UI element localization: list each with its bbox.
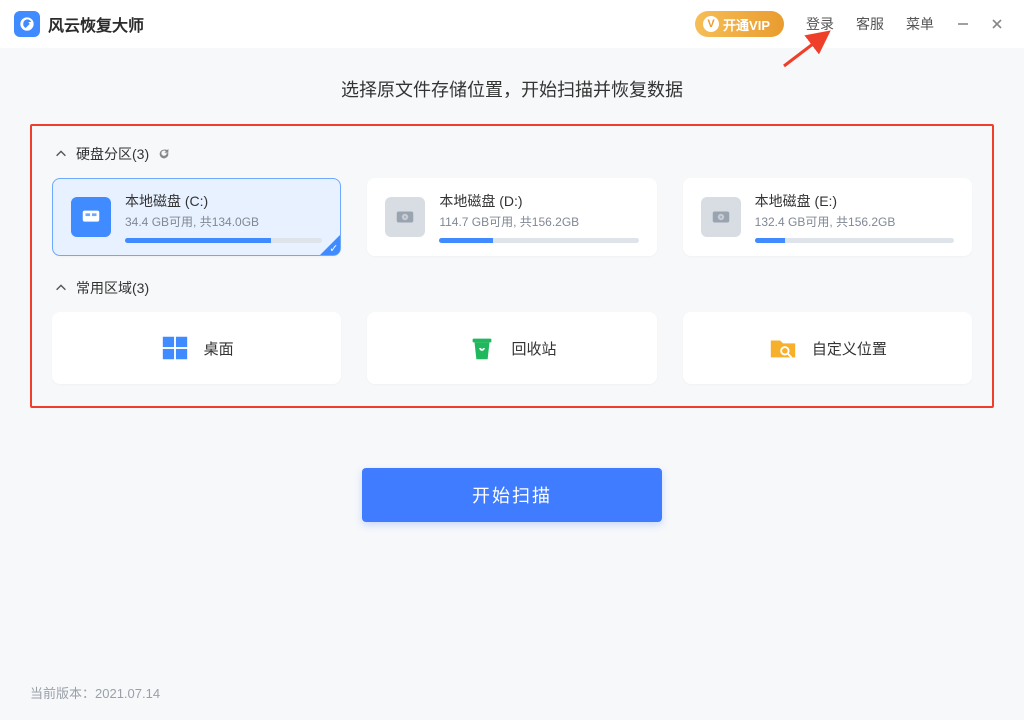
areas-grid: 桌面 回收站 自定义位置 [52,312,972,384]
area-label: 自定义位置 [812,338,887,359]
recycle-icon [467,333,497,363]
windows-icon [160,333,190,363]
disk-name: 本地磁盘 (C:) [125,191,322,211]
main: 选择原文件存储位置，开始扫描并恢复数据 硬盘分区(3) 本地磁盘 (C:) 34… [0,48,1024,522]
disk-icon [385,197,425,237]
menu-link[interactable]: 菜单 [906,14,934,34]
version-value: 2021.07.14 [95,686,160,701]
chevron-up-icon [54,281,68,295]
app-window: { "app": { "title": "风云恢复大师" }, "titleba… [0,0,1024,720]
version-label: 当前版本： [30,686,95,701]
disk-icon [71,197,111,237]
close-button[interactable] [984,11,1010,37]
app-title: 风云恢复大师 [48,12,144,36]
start-scan-button[interactable]: 开始扫描 [362,468,662,522]
support-link[interactable]: 客服 [856,14,884,34]
minimize-button[interactable] [950,11,976,37]
login-link[interactable]: 登录 [806,14,834,34]
disk-subtext: 114.7 GB可用, 共156.2GB [439,213,638,230]
area-custom-location[interactable]: 自定义位置 [683,312,972,384]
disk-subtext: 34.4 GB可用, 共134.0GB [125,213,322,230]
folder-search-icon [768,333,798,363]
areas-section-header[interactable]: 常用区域(3) [54,278,972,298]
area-recycle-bin[interactable]: 回收站 [367,312,656,384]
vip-label: 开通VIP [723,15,770,34]
page-headline: 选择原文件存储位置，开始扫描并恢复数据 [30,76,994,102]
disk-name: 本地磁盘 (E:) [755,191,954,211]
disk-subtext: 132.4 GB可用, 共156.2GB [755,213,954,230]
disk-usage-bar [125,238,322,243]
area-label: 回收站 [511,338,556,359]
area-label: 桌面 [204,338,234,359]
disk-card-e[interactable]: 本地磁盘 (E:) 132.4 GB可用, 共156.2GB [683,178,972,256]
vip-badge-icon: V [703,16,719,32]
disk-usage-bar [439,238,638,243]
area-desktop[interactable]: 桌面 [52,312,341,384]
disks-grid: 本地磁盘 (C:) 34.4 GB可用, 共134.0GB ✓ 本地磁盘 (D:… [52,178,972,256]
disk-card-d[interactable]: 本地磁盘 (D:) 114.7 GB可用, 共156.2GB [367,178,656,256]
selected-check-icon: ✓ [329,242,338,255]
refresh-icon[interactable] [157,147,171,161]
version-footer: 当前版本：2021.07.14 [30,683,160,702]
disk-name: 本地磁盘 (D:) [439,191,638,211]
titlebar: 风云恢复大师 V 开通VIP 登录 客服 菜单 [0,0,1024,48]
disk-icon [701,197,741,237]
open-vip-button[interactable]: V 开通VIP [695,11,784,37]
disk-card-c[interactable]: 本地磁盘 (C:) 34.4 GB可用, 共134.0GB ✓ [52,178,341,256]
chevron-up-icon [54,147,68,161]
disks-section-header[interactable]: 硬盘分区(3) [54,144,972,164]
areas-section-label: 常用区域(3) [76,278,149,298]
disk-usage-bar [755,238,954,243]
selection-panel: 硬盘分区(3) 本地磁盘 (C:) 34.4 GB可用, 共134.0GB ✓ [30,124,994,408]
disks-section-label: 硬盘分区(3) [76,144,149,164]
app-logo-icon [14,11,40,37]
